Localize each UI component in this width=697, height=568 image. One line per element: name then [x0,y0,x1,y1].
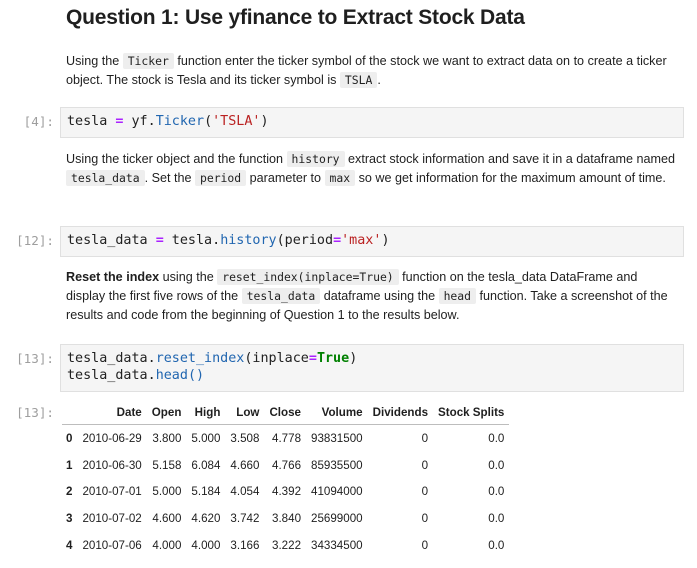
cell-high: 6.084 [191,458,221,472]
row-index: 0 [66,431,73,445]
cell-dividends: 0 [421,512,429,526]
cell-prompt-12: [12]: [16,233,54,248]
cell-dividends: 0 [421,539,429,553]
inline-code-tsla: TSLA [339,72,378,88]
inline-code-history: history [286,151,345,167]
cell-dividends: 0 [421,458,429,472]
markdown-cell-ticker: Using the Ticker function enter the tick… [66,53,667,88]
cell-stock-splits: 0.0 [488,539,505,553]
code-cell-12[interactable]: tesla_data = tesla.history(period='max') [60,226,684,257]
cell-volume: 34334500 [311,539,363,553]
cell-date: 2010-06-30 [82,458,142,472]
inline-code-head: head [438,288,477,304]
column-header-volume: Volume [306,400,368,425]
cell-date: 2010-07-02 [82,512,142,526]
cell-prompt-4: [4]: [23,114,54,129]
cell-stock-splits: 0.0 [488,485,505,499]
cell-volume: 25699000 [311,512,363,526]
cell-close: 4.766 [272,458,302,472]
cell-high: 4.620 [191,512,221,526]
cell-volume: 85935500 [311,458,363,472]
column-header-close: Close [264,400,307,425]
cell-stock-splits: 0.0 [488,512,505,526]
row-index: 1 [66,458,73,472]
inline-code-max: max [324,170,356,186]
cell-dividends: 0 [421,485,429,499]
row-index: 4 [66,539,73,553]
cell-low: 4.660 [230,458,260,472]
code-cell-4[interactable]: tesla = yf.Ticker('TSLA') [60,107,684,138]
table-header-row: Date Open High Low Close Volume Dividend… [62,400,510,425]
cell-open: 3.800 [152,431,182,445]
table-row: 2 2010-07-01 5.000 5.184 4.054 4.392 410… [62,479,509,506]
markdown-cell-reset-index: Reset the index using the reset_index(in… [66,269,668,322]
cell-high: 5.000 [191,431,221,445]
row-index: 2 [66,485,73,499]
cell-open: 5.158 [152,458,182,472]
inline-code-ticker: Ticker [122,53,174,69]
cell-open: 4.000 [152,539,182,553]
inline-code-tesla-data-2: tesla_data [241,288,321,304]
cell-low: 3.742 [230,512,260,526]
cell-low: 3.166 [230,539,260,553]
inline-code-period: period [194,170,247,186]
column-header-low: Low [225,400,265,425]
column-header-high: High [186,400,226,425]
dataframe-output-table: Date Open High Low Close Volume Dividend… [62,400,510,559]
row-index: 3 [66,512,73,526]
output-prompt-13: [13]: [16,405,54,420]
markdown-cell-history: Using the ticker object and the function… [66,151,675,186]
inline-code-reset-index: reset_index(inplace=True) [217,269,399,285]
column-header-date: Date [77,400,147,425]
table-row: 1 2010-06-30 5.158 6.084 4.660 4.766 859… [62,452,509,479]
cell-low: 3.508 [230,431,260,445]
cell-close: 3.840 [272,512,302,526]
cell-open: 4.600 [152,512,182,526]
table-row: 4 2010-07-06 4.000 4.000 3.166 3.222 343… [62,532,509,559]
cell-date: 2010-07-01 [82,485,142,499]
cell-high: 4.000 [191,539,221,553]
cell-date: 2010-07-06 [82,539,142,553]
cell-open: 5.000 [152,485,182,499]
cell-close: 4.392 [272,485,302,499]
cell-stock-splits: 0.0 [488,431,505,445]
cell-stock-splits: 0.0 [488,458,505,472]
cell-close: 4.778 [272,431,302,445]
table-row: 0 2010-06-29 3.800 5.000 3.508 4.778 938… [62,425,509,452]
column-header-stock-splits: Stock Splits [433,400,510,425]
cell-high: 5.184 [191,485,221,499]
cell-close: 3.222 [272,539,302,553]
table-row: 3 2010-07-02 4.600 4.620 3.742 3.840 256… [62,505,509,532]
cell-volume: 93831500 [311,431,363,445]
cell-date: 2010-06-29 [82,431,142,445]
cell-low: 4.054 [230,485,260,499]
cell-prompt-13: [13]: [16,351,54,366]
cell-dividends: 0 [421,431,429,445]
code-cell-13[interactable]: tesla_data.reset_index(inplace=True) tes… [60,344,684,392]
section-heading: Question 1: Use yfinance to Extract Stoc… [66,6,525,29]
cell-volume: 41094000 [311,485,363,499]
column-header-open: Open [146,400,187,425]
inline-code-tesla-data: tesla_data [66,170,145,186]
column-header-index [62,400,78,425]
column-header-dividends: Dividends [367,400,434,425]
